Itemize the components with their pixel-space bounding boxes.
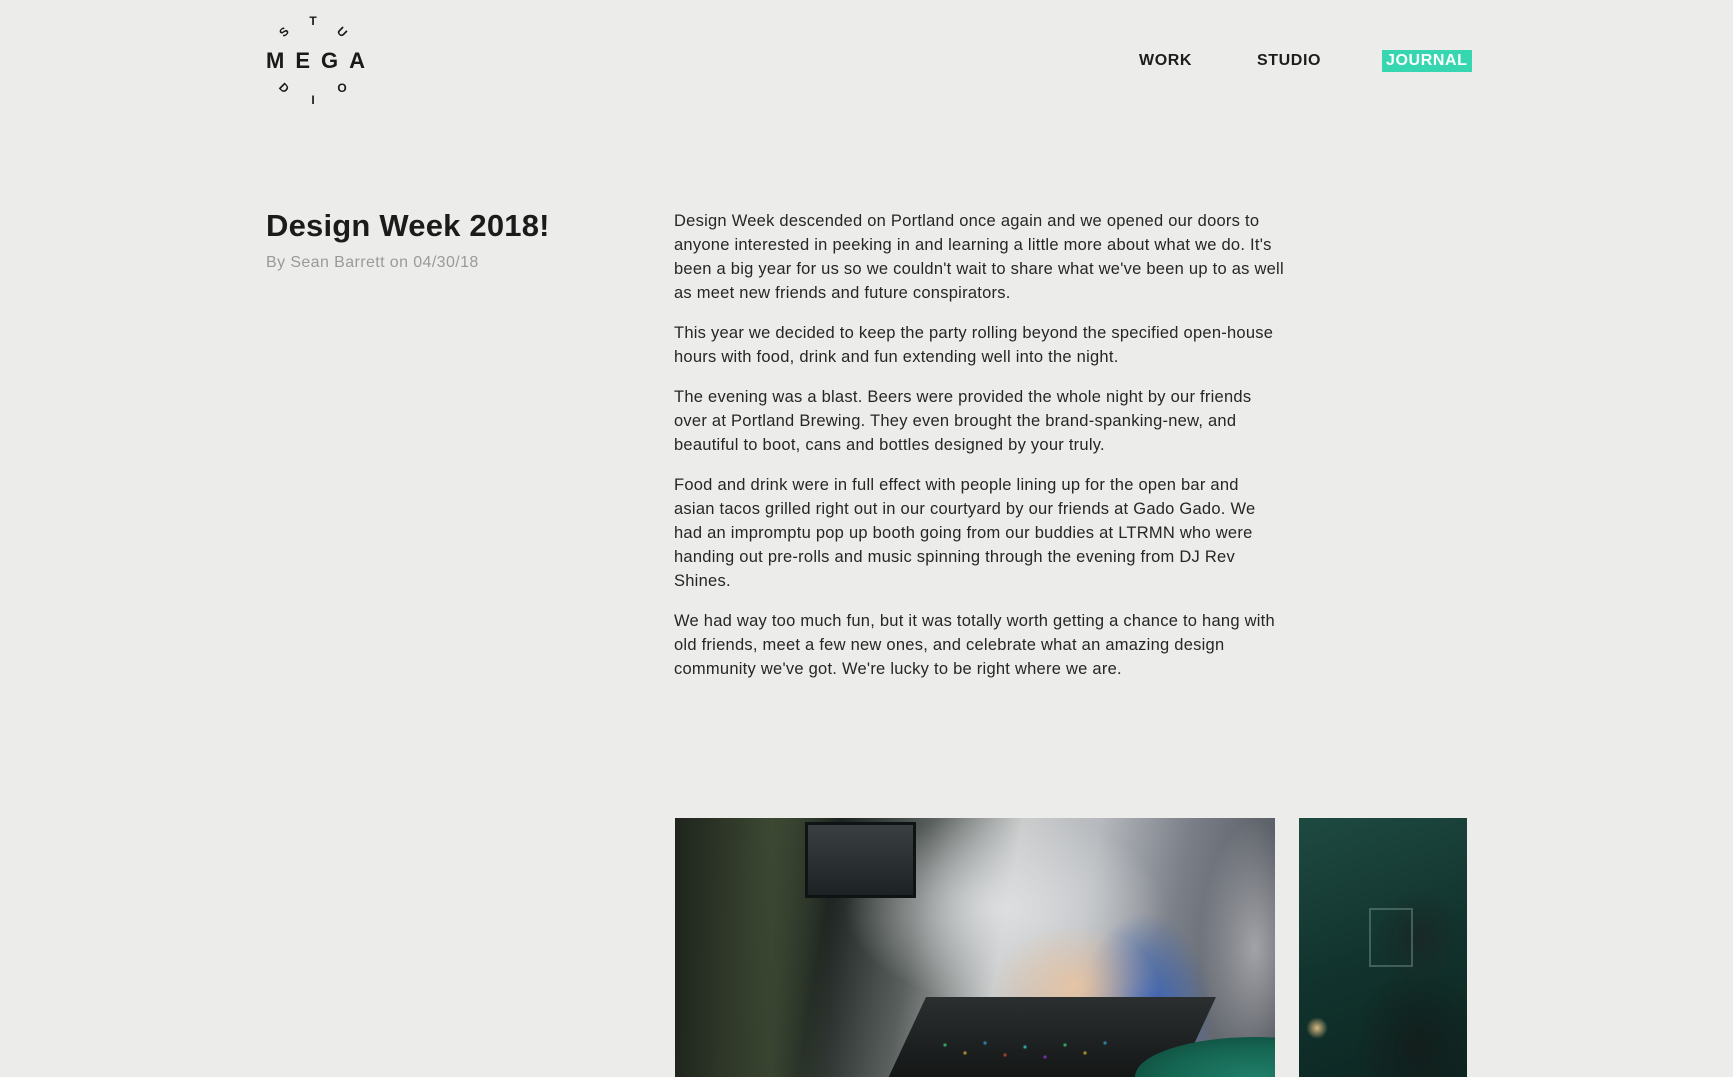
- article-paragraph: We had way too much fun, but it was tota…: [674, 612, 1275, 678]
- logo-letter: O: [337, 81, 347, 95]
- nav-studio-link[interactable]: STUDIO: [1253, 50, 1325, 72]
- dj-party-photo: [675, 818, 1275, 1077]
- logo-letter: I: [311, 93, 315, 107]
- main-navigation: WORK STUDIO JOURNAL: [0, 50, 1733, 74]
- nav-journal-link[interactable]: JOURNAL: [1382, 50, 1472, 72]
- article-title: Design Week 2018!: [266, 208, 550, 243]
- article-byline: By Sean Barrett on 04/30/18: [266, 254, 479, 271]
- dj-headphones-photo: [1299, 818, 1467, 1077]
- article-paragraph: The evening was a blast. Beers were prov…: [674, 388, 1252, 454]
- logo-letter: T: [309, 14, 317, 28]
- article-paragraph: This year we decided to keep the party r…: [674, 324, 1274, 366]
- nav-work-link[interactable]: WORK: [1135, 50, 1196, 72]
- logo-letter: D: [275, 79, 293, 97]
- logo-letter: S: [276, 24, 292, 40]
- photo-detail: [1369, 908, 1413, 967]
- photo-detail: [805, 822, 916, 898]
- logo-letter: U: [333, 23, 351, 41]
- photo-detail: [935, 1035, 1155, 1065]
- article-paragraph: Design Week descended on Portland once a…: [674, 212, 1284, 302]
- article-body: Design Week descended on Portland once a…: [674, 209, 1284, 697]
- article-paragraph: Food and drink were in full effect with …: [674, 476, 1256, 590]
